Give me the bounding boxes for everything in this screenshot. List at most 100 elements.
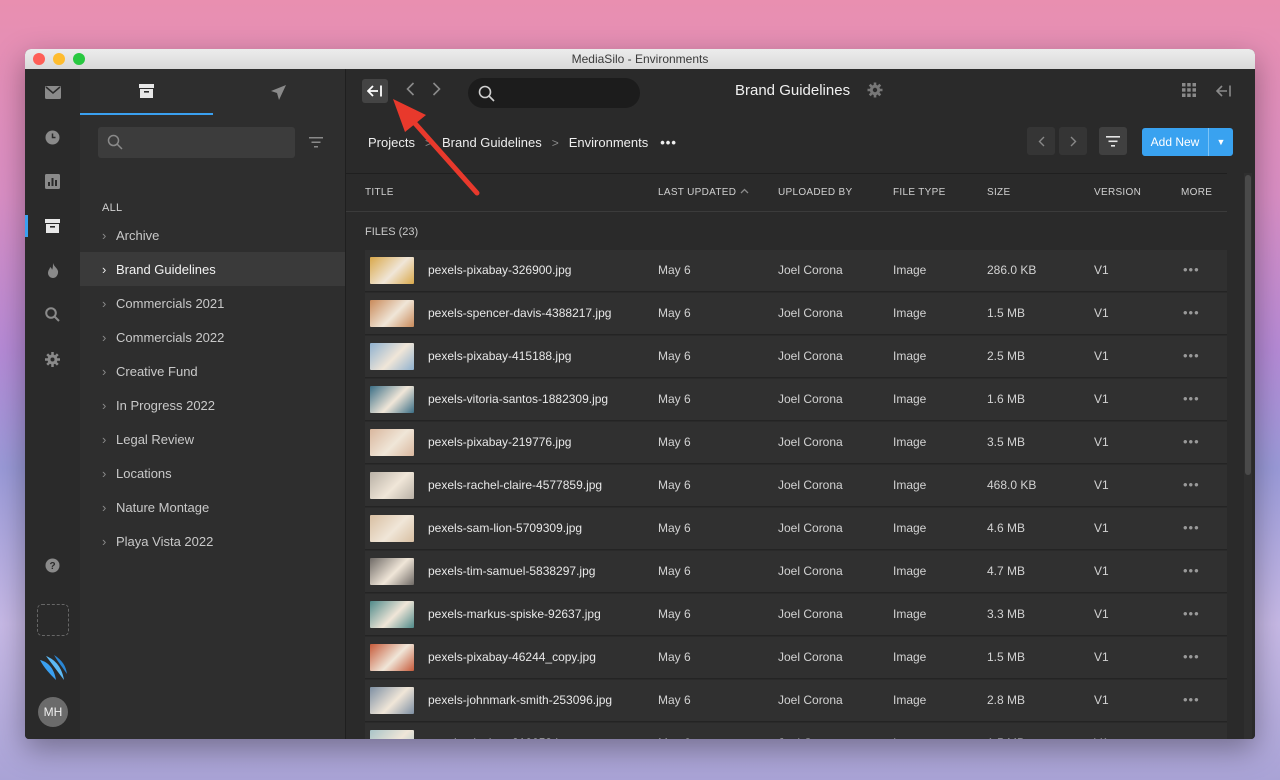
sidebar-item-in-progress-2022[interactable]: › In Progress 2022: [80, 388, 345, 422]
column-size[interactable]: SIZE: [987, 187, 1010, 198]
sidebar-item-archive[interactable]: › Archive: [80, 218, 345, 252]
column-version[interactable]: VERSION: [1094, 187, 1141, 198]
file-thumbnail[interactable]: [370, 300, 414, 327]
file-thumbnail[interactable]: [370, 257, 414, 284]
zoom-window-button[interactable]: [73, 53, 85, 65]
minimize-window-button[interactable]: [53, 53, 65, 65]
file-thumbnail[interactable]: [370, 558, 414, 585]
clock-icon[interactable]: [25, 123, 80, 151]
sidebar-item-brand-guidelines[interactable]: › Brand Guidelines: [80, 252, 345, 286]
row-more-button[interactable]: •••: [1183, 563, 1200, 578]
sidebar-item-creative-fund[interactable]: › Creative Fund: [80, 354, 345, 388]
sort-ascending-icon[interactable]: [740, 186, 749, 197]
back-arrow-icon[interactable]: [406, 82, 415, 101]
breadcrumb-projects[interactable]: Projects: [368, 135, 415, 150]
tab-send[interactable]: [213, 69, 346, 115]
row-more-button[interactable]: •••: [1183, 434, 1200, 449]
table-row[interactable]: pexels-pixabay-326900.jpg May 6 Joel Coron…: [365, 250, 1227, 292]
sidebar-item-locations[interactable]: › Locations: [80, 456, 345, 490]
table-row[interactable]: pexels-johnmark-smith-253096.jpg May 6 Joe…: [365, 680, 1227, 722]
file-name[interactable]: pexels-johnmark-smith-253096.jpg: [428, 693, 612, 707]
table-row[interactable]: pexels-pixabay-415188.jpg May 6 Joel Coron…: [365, 336, 1227, 378]
breadcrumb-more-button[interactable]: •••: [660, 135, 677, 150]
mail-icon[interactable]: [25, 78, 80, 106]
file-name[interactable]: pexels-markus-spiske-92637.jpg: [428, 607, 601, 621]
file-name[interactable]: pexels-pixabay-326900.jpg: [428, 263, 571, 277]
column-file-type[interactable]: FILE TYPE: [893, 187, 946, 198]
row-more-button[interactable]: •••: [1183, 305, 1200, 320]
file-name[interactable]: pexels-pixabay-46244_copy.jpg: [428, 650, 596, 664]
table-row[interactable]: pexels-pixabay-210053.jpg May 6 Joel Coron…: [365, 723, 1227, 739]
sidebar-filter-icon[interactable]: [309, 135, 323, 153]
close-window-button[interactable]: [33, 53, 45, 65]
column-last-updated[interactable]: LAST UPDATED: [658, 187, 736, 198]
breadcrumb-brand-guidelines[interactable]: Brand Guidelines: [442, 135, 542, 150]
file-name[interactable]: pexels-pixabay-210053.jpg: [428, 736, 571, 739]
file-thumbnail[interactable]: [370, 343, 414, 370]
file-name[interactable]: pexels-sam-lion-5709309.jpg: [428, 521, 582, 535]
breadcrumb-environments[interactable]: Environments: [569, 135, 648, 150]
file-name[interactable]: pexels-spencer-davis-4388217.jpg: [428, 306, 611, 320]
file-thumbnail[interactable]: [370, 472, 414, 499]
file-thumbnail[interactable]: [370, 429, 414, 456]
flame-icon[interactable]: [25, 256, 80, 284]
gear-icon[interactable]: [25, 345, 80, 373]
sidebar-item-legal-review[interactable]: › Legal Review: [80, 422, 345, 456]
forward-arrow-icon[interactable]: [432, 82, 441, 101]
search-icon[interactable]: [25, 300, 80, 328]
table-row[interactable]: pexels-sam-lion-5709309.jpg May 6 Joel Cor…: [365, 508, 1227, 550]
file-thumbnail[interactable]: [370, 386, 414, 413]
sidebar-search-input[interactable]: [128, 127, 292, 160]
file-name[interactable]: pexels-vitoria-santos-1882309.jpg: [428, 392, 608, 406]
previous-page-button[interactable]: [1027, 127, 1055, 155]
row-more-button[interactable]: •••: [1183, 348, 1200, 363]
filter-button[interactable]: [1099, 127, 1127, 155]
question-icon[interactable]: ?: [25, 551, 80, 579]
add-new-label[interactable]: Add New: [1142, 128, 1208, 156]
column-title[interactable]: TITLE: [365, 187, 394, 198]
next-page-button[interactable]: [1059, 127, 1087, 155]
file-thumbnail[interactable]: [370, 515, 414, 542]
upload-dropzone[interactable]: [37, 604, 69, 636]
row-more-button[interactable]: •••: [1183, 692, 1200, 707]
row-more-button[interactable]: •••: [1183, 520, 1200, 535]
file-thumbnail[interactable]: [370, 601, 414, 628]
chart-icon[interactable]: [25, 167, 80, 195]
tab-projects[interactable]: [80, 69, 213, 115]
project-settings-icon[interactable]: [867, 82, 883, 103]
sidebar-item-commercials-2022[interactable]: › Commercials 2022: [80, 320, 345, 354]
table-row[interactable]: pexels-pixabay-219776.jpg May 6 Joel Coron…: [365, 422, 1227, 464]
table-row[interactable]: pexels-vitoria-santos-1882309.jpg May 6 Jo…: [365, 379, 1227, 421]
row-more-button[interactable]: •••: [1183, 735, 1200, 739]
add-new-button[interactable]: Add New ▼: [1142, 128, 1233, 156]
scrollbar-thumb[interactable]: [1245, 175, 1251, 475]
row-more-button[interactable]: •••: [1183, 606, 1200, 621]
file-name[interactable]: pexels-pixabay-219776.jpg: [428, 435, 571, 449]
file-thumbnail[interactable]: [370, 687, 414, 714]
column-uploaded-by[interactable]: UPLOADED BY: [778, 187, 852, 198]
row-more-button[interactable]: •••: [1183, 262, 1200, 277]
row-more-button[interactable]: •••: [1183, 477, 1200, 492]
table-row[interactable]: pexels-tim-samuel-5838297.jpg May 6 Joel C…: [365, 551, 1227, 593]
sidebar-item-nature-montage[interactable]: › Nature Montage: [80, 490, 345, 524]
avatar[interactable]: MH: [38, 697, 68, 727]
sidebar-item-commercials-2021[interactable]: › Commercials 2021: [80, 286, 345, 320]
row-more-button[interactable]: •••: [1183, 391, 1200, 406]
table-row[interactable]: pexels-spencer-davis-4388217.jpg May 6 Joe…: [365, 293, 1227, 335]
file-thumbnail[interactable]: [370, 644, 414, 671]
file-name[interactable]: pexels-pixabay-415188.jpg: [428, 349, 571, 363]
table-row[interactable]: pexels-rachel-claire-4577859.jpg May 6 Joe…: [365, 465, 1227, 507]
file-thumbnail[interactable]: [370, 730, 414, 739]
sidebar-item-playa-vista-2022[interactable]: › Playa Vista 2022: [80, 524, 345, 558]
main-search-input[interactable]: [502, 78, 636, 110]
table-row[interactable]: pexels-pixabay-46244_copy.jpg May 6 Joel C…: [365, 637, 1227, 679]
collapse-sidebar-button[interactable]: [362, 79, 388, 103]
grid-view-icon[interactable]: [1182, 83, 1196, 102]
add-new-dropdown-icon[interactable]: ▼: [1208, 128, 1233, 156]
collapse-panel-icon[interactable]: [1215, 84, 1232, 102]
row-more-button[interactable]: •••: [1183, 649, 1200, 664]
file-name[interactable]: pexels-tim-samuel-5838297.jpg: [428, 564, 595, 578]
table-row[interactable]: pexels-markus-spiske-92637.jpg May 6 Joel …: [365, 594, 1227, 636]
file-name[interactable]: pexels-rachel-claire-4577859.jpg: [428, 478, 602, 492]
archive-icon[interactable]: [25, 212, 80, 240]
